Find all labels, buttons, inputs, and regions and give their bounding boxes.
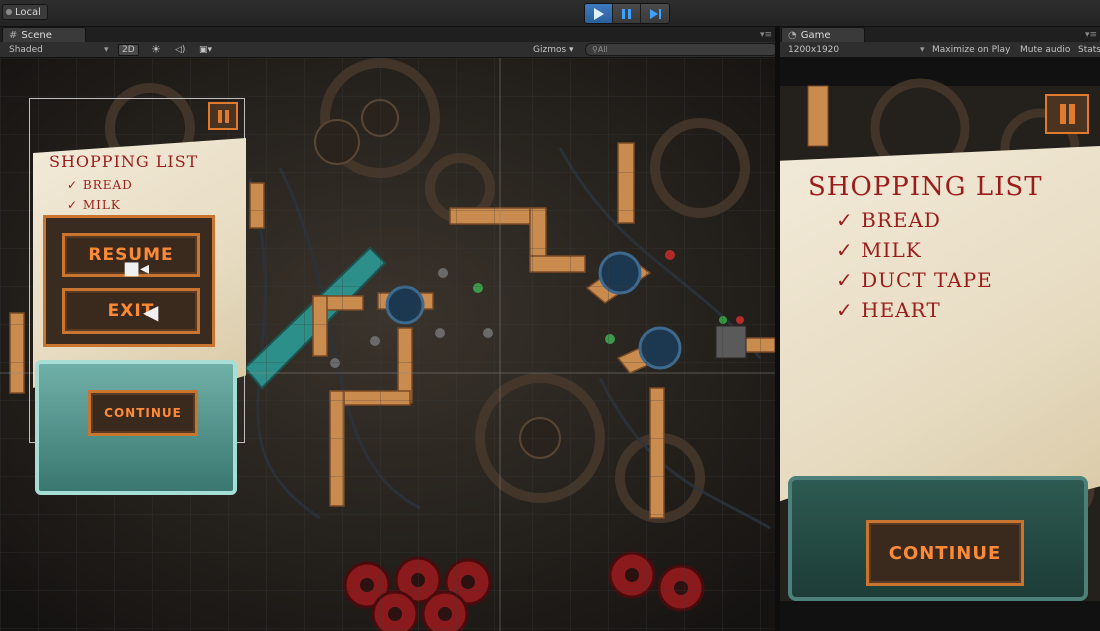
game-pause-button[interactable] [1045, 94, 1089, 134]
audio-speaker-icon[interactable]: ◁) [175, 43, 185, 56]
tab-scene[interactable]: # Scene [2, 27, 86, 42]
game-list-item: ✓ DUCT TAPE [836, 268, 993, 292]
maximize-on-play-toggle[interactable]: Maximize on Play [932, 43, 1010, 56]
exit-button[interactable]: EXIT [62, 288, 200, 334]
scene-toolbar: Shaded ▾ 2D ☀ ◁) ▣▾ Gizmos ▾ ⚲All [0, 42, 778, 58]
scene-view[interactable]: SHOPPING LIST ✓ BREAD ✓ MILK RESUME EXIT… [0, 58, 775, 631]
camera-gizmo-icon: ■◂ [123, 258, 150, 279]
game-continue-button[interactable]: CONTINUE [866, 520, 1024, 586]
game-pacman-icon: ◔ [788, 29, 797, 41]
step-icon [649, 8, 661, 19]
game-panel-menu-icon[interactable]: ▾≡ [1085, 30, 1097, 40]
scene-continue-label: CONTINUE [104, 406, 182, 420]
step-button[interactable] [641, 4, 669, 23]
scene-panel-menu-icon[interactable]: ▾≡ [760, 30, 772, 40]
scene-list-item: ✓ BREAD [67, 178, 133, 192]
scene-list-title: SHOPPING LIST [49, 152, 199, 171]
tab-game-label: Game [800, 29, 831, 41]
gizmos-label: Gizmos [533, 44, 567, 55]
game-shopping-list-paper: SHOPPING LIST ✓ BREAD ✓ MILK ✓ DUCT TAPE… [780, 146, 1100, 516]
main-toolbar: Local [0, 0, 1100, 27]
mute-audio-toggle[interactable]: Mute audio [1020, 43, 1070, 56]
playback-controls [584, 3, 670, 24]
game-list-item: ✓ BREAD [836, 208, 941, 232]
tab-game[interactable]: ◔ Game [781, 27, 865, 42]
game-continue-label: CONTINUE [888, 542, 1002, 564]
game-view[interactable]: SHOPPING LIST ✓ BREAD ✓ MILK ✓ DUCT TAPE… [780, 58, 1100, 631]
shading-chevron-down-icon: ▾ [104, 44, 109, 55]
lighting-sun-icon[interactable]: ☀ [151, 43, 161, 56]
layers-label: Local [15, 6, 41, 18]
scene-continue-button[interactable]: CONTINUE [88, 390, 198, 436]
play-button[interactable] [585, 4, 613, 23]
2d-toggle-label: 2D [118, 43, 139, 56]
resolution-chevron-down-icon: ▾ [920, 44, 925, 55]
pause-icon [622, 8, 631, 19]
2d-toggle[interactable]: 2D [118, 43, 139, 56]
layers-dropdown[interactable]: Local [2, 4, 48, 20]
game-list-item: ✓ HEART [836, 298, 941, 322]
play-icon [593, 7, 604, 20]
stats-toggle[interactable]: Stats [1078, 43, 1100, 56]
scene-search-input[interactable]: ⚲All [585, 43, 778, 56]
scene-list-item: ✓ MILK [67, 198, 121, 212]
resolution-dropdown[interactable]: 1200x1920 [788, 43, 839, 56]
gizmos-dropdown[interactable]: Gizmos ▾ [533, 43, 574, 56]
effects-image-icon[interactable]: ▣▾ [199, 43, 212, 56]
layers-icon [6, 9, 12, 15]
game-list-title: SHOPPING LIST [808, 172, 1043, 202]
game-toolbar: 1200x1920 ▾ Maximize on Play Mute audio … [780, 42, 1100, 58]
tab-scene-label: Scene [21, 29, 52, 41]
resolution-label: 1200x1920 [788, 44, 840, 55]
scene-pause-button[interactable] [208, 102, 238, 130]
pause-button[interactable] [613, 4, 641, 23]
scene-search-placeholder: All [597, 45, 608, 54]
scene-grid-icon: # [9, 29, 18, 41]
shading-dropdown[interactable]: Shaded [9, 43, 43, 56]
game-list-item: ✓ MILK [836, 238, 922, 262]
audio-source-gizmo-icon: ◀ [143, 300, 159, 324]
